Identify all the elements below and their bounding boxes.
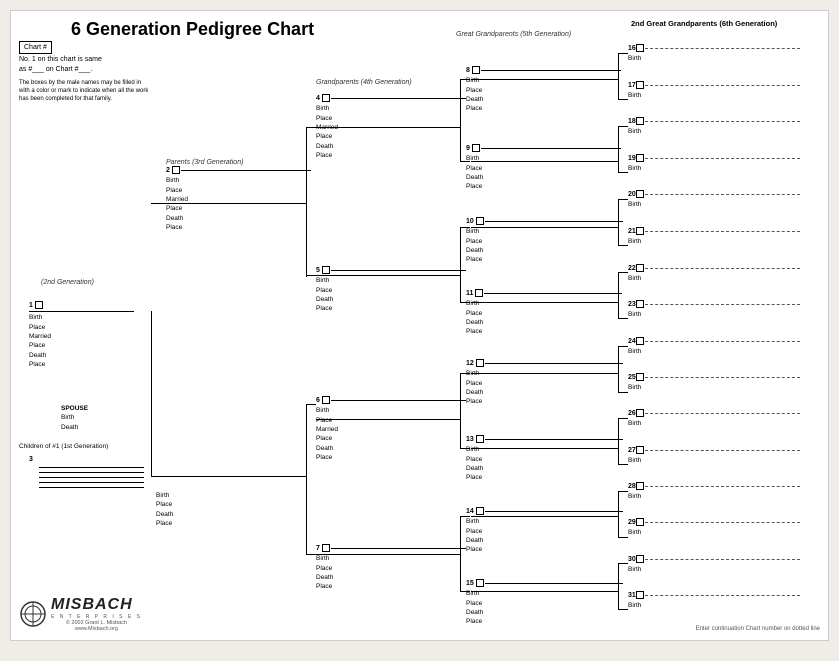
person-6: 6 Birth Place Married Place Death Place xyxy=(316,396,466,463)
gen4-label: Grandparents (4th Generation) xyxy=(316,79,412,86)
logo-icon xyxy=(19,600,47,628)
vline-3 xyxy=(306,404,307,554)
logo-url: www.Misbach.org xyxy=(51,626,142,632)
hline-2-4 xyxy=(306,127,316,128)
chart-title: 6 Generation Pedigree Chart xyxy=(71,19,314,40)
person-23: 23 Birth xyxy=(628,300,800,320)
person-27: 27 Birth xyxy=(628,446,800,466)
hline-12-24 xyxy=(618,346,628,347)
note1: No. 1 on this chart is same as #___ on C… xyxy=(19,55,102,75)
hline-10-20 xyxy=(618,199,628,200)
person-22: 22 Birth xyxy=(628,264,800,284)
chart-number-label: Chart # xyxy=(19,41,52,54)
gen3-label: Parents (3rd Generation) xyxy=(166,159,243,166)
logo-name: MISBACH xyxy=(51,596,133,613)
person-15: 15 Birth Place Death Place xyxy=(466,579,623,627)
child-lines xyxy=(39,467,144,492)
hline-11-22 xyxy=(618,272,628,273)
person-17: 17 Birth xyxy=(628,81,800,101)
hline-15-30 xyxy=(618,563,628,564)
gen2-label: (2nd Generation) xyxy=(41,279,94,286)
person-30: 30 Birth xyxy=(628,555,800,575)
person-10: 10 Birth Place Death Place xyxy=(466,217,623,265)
gen6-label: 2nd Great Grandparents (6th Generation) xyxy=(631,19,777,28)
hline-14-28 xyxy=(618,491,628,492)
person-9: 9 Birth Place Death Place xyxy=(466,144,621,192)
person-24: 24 Birth xyxy=(628,337,800,357)
hline-1-3 xyxy=(151,476,173,477)
gen5-label: Great Grandparents (5th Generation) xyxy=(456,31,571,38)
person-13: 13 Birth Place Death Place xyxy=(466,435,623,483)
person-25: 25 Birth xyxy=(628,373,800,393)
person-8: 8 Birth Place Death Place xyxy=(466,66,621,114)
person-20: 20 Birth xyxy=(628,190,800,210)
spouse-block: SPOUSE Birth Death xyxy=(61,404,88,432)
person-1: 1 Birth Place Married Place Death Place xyxy=(29,301,134,370)
footer-note: Enter continuation Chart number on dotte… xyxy=(696,626,820,632)
person-14: 14 Birth Place Death Place xyxy=(466,507,623,555)
person-18: 18 Birth xyxy=(628,117,800,137)
hline-9-18 xyxy=(618,126,628,127)
hline-3 xyxy=(173,476,306,477)
pedigree-chart-page: 6 Generation Pedigree Chart Chart # No. … xyxy=(10,10,829,641)
person-31: 31 Birth xyxy=(628,591,800,611)
person-16: 16 Birth xyxy=(628,44,800,64)
person-3-fields: Birth Place Death Place xyxy=(156,491,173,529)
person-28: 28 Birth xyxy=(628,482,800,502)
person-5: 5 Birth Place Death Place xyxy=(316,266,466,314)
hline-13-26 xyxy=(618,418,628,419)
person-11: 11 Birth Place Death Place xyxy=(466,289,622,337)
hline-3-7 xyxy=(306,554,316,555)
person-26: 26 Birth xyxy=(628,409,800,429)
person-21: 21 Birth xyxy=(628,227,800,247)
vline-1 xyxy=(151,311,152,476)
logo-area: MISBACH E N T E R P R I S E S © 2002 Gra… xyxy=(19,596,142,632)
hline-2-5 xyxy=(306,275,316,276)
person-19: 19 Birth xyxy=(628,154,800,174)
children-label: Children of #1 (1st Generation) xyxy=(19,443,108,450)
person-12: 12 Birth Place Death Place xyxy=(466,359,623,407)
person-7: 7 Birth Place Death Place xyxy=(316,544,466,592)
person-4: 4 Birth Place Married Place Death Place xyxy=(316,94,466,161)
person-2: 2 Birth Place Married Place Death Place xyxy=(166,166,311,233)
note3: The boxes by the male names may be fille… xyxy=(19,79,149,103)
hline-3-6 xyxy=(306,404,316,405)
hline-8-16 xyxy=(618,53,628,54)
children-block: 3 xyxy=(29,456,33,463)
person-29: 29 Birth xyxy=(628,518,800,538)
